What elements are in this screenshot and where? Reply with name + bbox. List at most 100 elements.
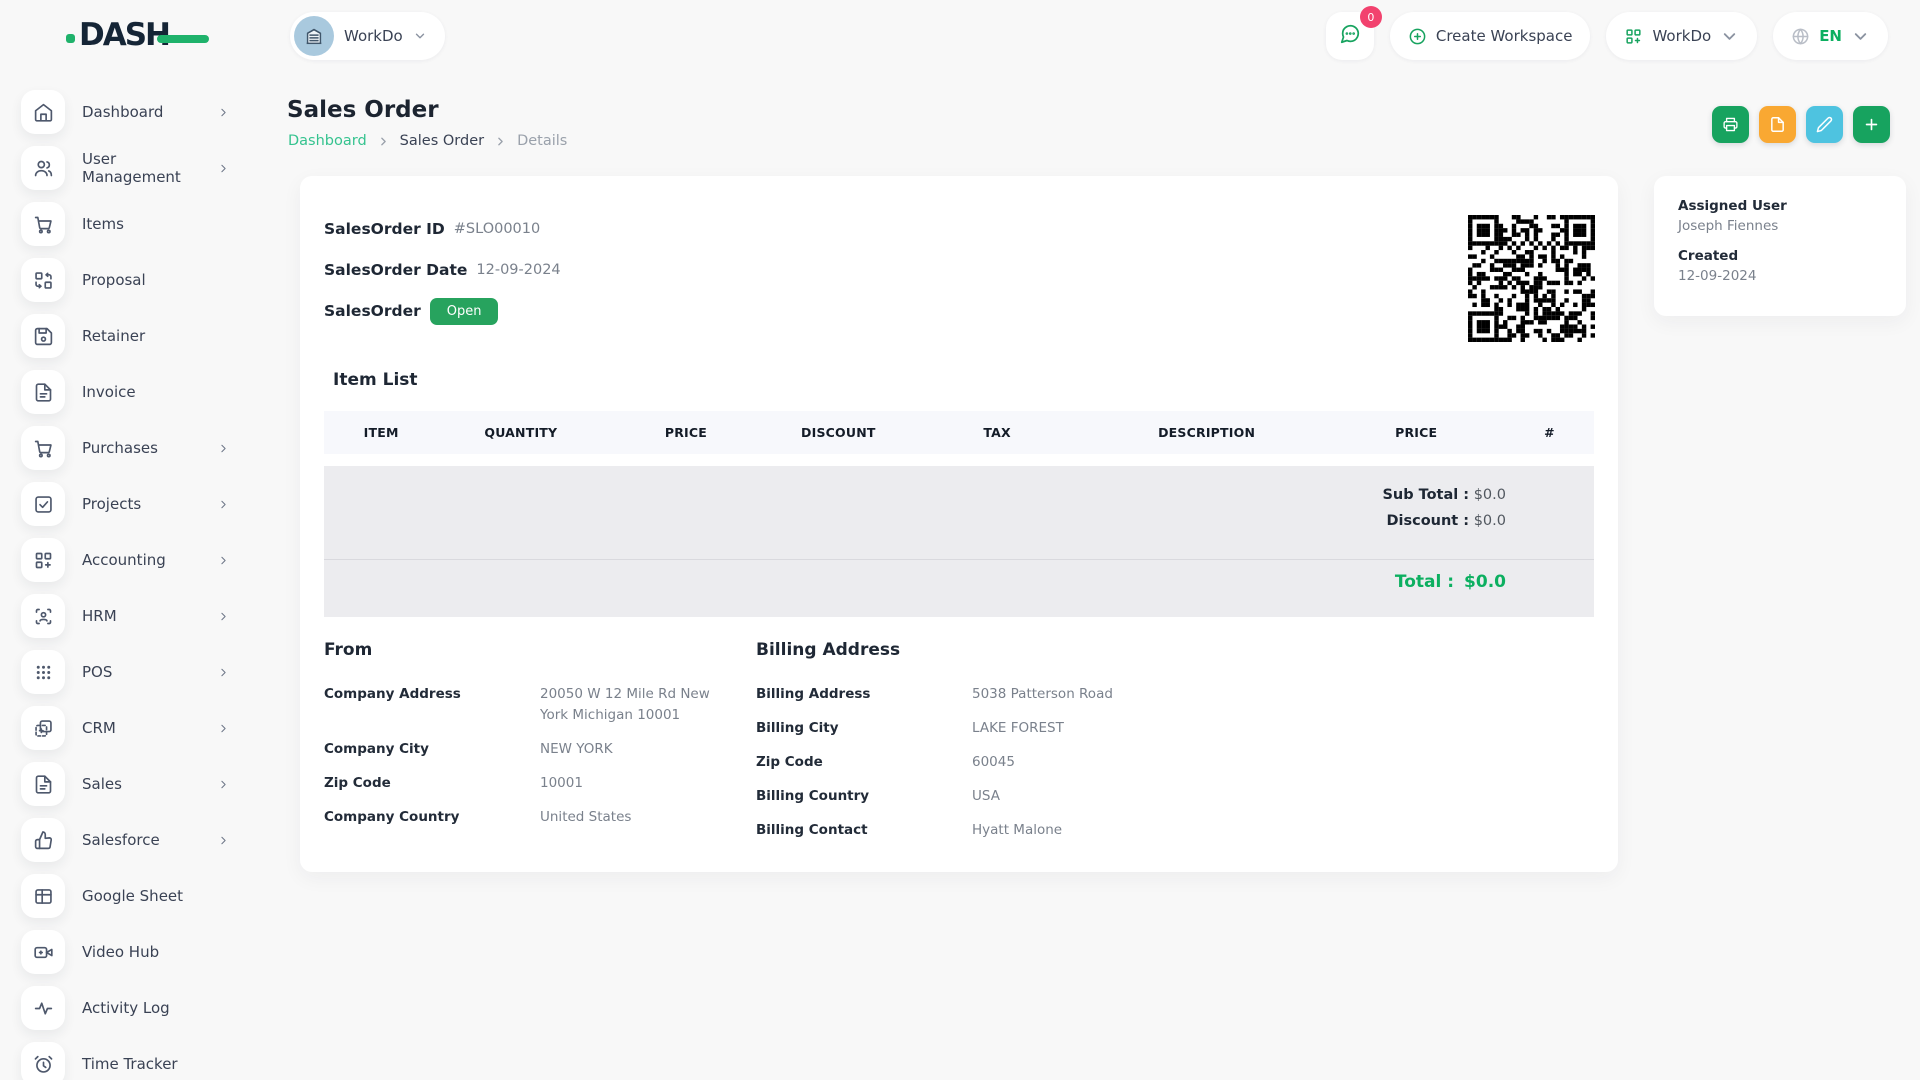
sidebar-item-label: Sales <box>82 775 217 793</box>
order-status-label: SalesOrder <box>324 302 421 320</box>
order-id-label: SalesOrder ID <box>324 220 445 238</box>
sidebar-item-time-tracker[interactable]: Time Tracker <box>0 1036 262 1080</box>
workdo-dropdown-label: WorkDo <box>1652 27 1711 45</box>
brand-logo[interactable]: DASH <box>66 20 209 51</box>
building-icon <box>303 25 325 47</box>
billing-title: Billing Address <box>756 640 1276 660</box>
pencil-icon <box>1816 116 1833 133</box>
breadcrumb-details: Details <box>517 133 567 149</box>
language-label: EN <box>1819 27 1842 45</box>
sidebar-item-projects[interactable]: Projects <box>0 476 262 532</box>
topbar: DASH WorkDo 0 Create Workspace <box>0 0 1920 72</box>
topbar-right: 0 Create Workspace WorkDo EN <box>1326 12 1888 60</box>
chevron-right-icon <box>494 135 507 148</box>
order-id-value: #SLO00010 <box>454 221 540 237</box>
sidebar-item-label: Proposal <box>82 271 262 289</box>
sidebar-item-crm[interactable]: CRM <box>0 700 262 756</box>
field-label: Company Country <box>324 807 540 828</box>
home-icon <box>21 90 65 134</box>
page-title: Sales Order <box>287 97 439 123</box>
globe-icon <box>1791 27 1810 46</box>
sidebar-item-proposal[interactable]: Proposal <box>0 252 262 308</box>
sidebar-item-dashboard[interactable]: Dashboard <box>0 84 262 140</box>
sidebar-item-activity-log[interactable]: Activity Log <box>0 980 262 1036</box>
sidebar-item-video-hub[interactable]: Video Hub <box>0 924 262 980</box>
chevron-down-icon <box>1851 27 1870 46</box>
field-value: LAKE FOREST <box>972 718 1064 739</box>
sidebar-item-google-sheet[interactable]: Google Sheet <box>0 868 262 924</box>
column-header-discount: DISCOUNT <box>768 425 908 440</box>
logo-dot <box>66 34 75 43</box>
language-dropdown[interactable]: EN <box>1773 12 1888 60</box>
plus-icon <box>1863 116 1880 133</box>
sidebar-item-invoice[interactable]: Invoice <box>0 364 262 420</box>
from-field-company-address: Company Address20050 W 12 Mile Rd New Yo… <box>324 684 724 726</box>
video-icon <box>21 930 65 974</box>
sidebar-item-accounting[interactable]: Accounting <box>0 532 262 588</box>
sidebar-item-label: User Management <box>82 150 217 186</box>
check-square-icon <box>21 482 65 526</box>
field-value: 20050 W 12 Mile Rd New York Michigan 100… <box>540 684 724 726</box>
qr-code <box>1468 215 1595 342</box>
chevron-right-icon <box>217 666 230 679</box>
workdo-dropdown[interactable]: WorkDo <box>1606 12 1757 60</box>
chevron-right-icon <box>377 135 390 148</box>
chevron-right-icon <box>217 610 230 623</box>
created-value: 12-09-2024 <box>1678 268 1882 284</box>
workspace-label: WorkDo <box>344 27 403 45</box>
field-label: Billing Contact <box>756 820 972 841</box>
alarm-icon <box>21 1042 65 1080</box>
sidebar-item-pos[interactable]: POS <box>0 644 262 700</box>
assignment-card: Assigned User Joseph Fiennes Created 12-… <box>1654 176 1906 316</box>
sidebar-item-hrm[interactable]: HRM <box>0 588 262 644</box>
sidebar-item-items[interactable]: Items <box>0 196 262 252</box>
export-button[interactable] <box>1759 106 1796 143</box>
sidebar-item-label: Retainer <box>82 327 262 345</box>
assigned-user-value: Joseph Fiennes <box>1678 218 1882 234</box>
billing-field-billing-city: Billing CityLAKE FOREST <box>756 718 1276 739</box>
sidebar-item-salesforce[interactable]: Salesforce <box>0 812 262 868</box>
field-value: Hyatt Malone <box>972 820 1062 841</box>
dots-grid-icon <box>21 650 65 694</box>
totals-divider <box>324 559 1594 560</box>
logo-bar <box>157 35 209 43</box>
chevron-right-icon <box>217 554 230 567</box>
chevron-right-icon <box>217 106 230 119</box>
sidebar-item-label: Dashboard <box>82 103 217 121</box>
create-button[interactable] <box>1853 106 1890 143</box>
printer-icon <box>1722 116 1739 133</box>
sidebar-item-sales[interactable]: Sales <box>0 756 262 812</box>
edit-button[interactable] <box>1806 106 1843 143</box>
from-section: From Company Address20050 W 12 Mile Rd N… <box>324 640 724 841</box>
create-workspace-button[interactable]: Create Workspace <box>1390 12 1591 60</box>
file-icon <box>1769 116 1786 133</box>
sidebar-item-purchases[interactable]: Purchases <box>0 420 262 476</box>
column-header-price: PRICE <box>603 425 768 440</box>
subtotal-value: $0.0 <box>1474 487 1506 503</box>
table-icon <box>21 874 65 918</box>
subtotal-label: Sub Total : <box>1382 487 1469 503</box>
app-root: DASH WorkDo 0 Create Workspace <box>0 0 1920 1080</box>
assigned-user-label: Assigned User <box>1678 198 1882 214</box>
field-label: Zip Code <box>324 773 540 794</box>
sidebar-item-retainer[interactable]: Retainer <box>0 308 262 364</box>
totals-band: Sub Total : $0.0 Discount : $0.0 Total :… <box>324 466 1594 617</box>
sidebar-item-user-management[interactable]: User Management <box>0 140 262 196</box>
messages-badge: 0 <box>1360 6 1382 28</box>
workspace-switcher[interactable]: WorkDo <box>290 12 445 60</box>
column-header-description: DESCRIPTION <box>1086 425 1327 440</box>
column-header-item: ITEM <box>324 425 438 440</box>
breadcrumb-dashboard[interactable]: Dashboard <box>288 133 367 149</box>
chevron-right-icon <box>217 834 230 847</box>
sidebar-item-label: Projects <box>82 495 217 513</box>
thumbs-up-icon <box>21 818 65 862</box>
sidebar-item-label: Activity Log <box>82 999 262 1017</box>
breadcrumb-sales-order[interactable]: Sales Order <box>400 133 484 149</box>
chevron-right-icon <box>217 442 230 455</box>
sidebar-item-label: Purchases <box>82 439 217 457</box>
sidebar-item-label: Google Sheet <box>82 887 262 905</box>
print-button[interactable] <box>1712 106 1749 143</box>
messages-button[interactable]: 0 <box>1326 12 1374 60</box>
billing-field-zip-code: Zip Code60045 <box>756 752 1276 773</box>
person-scan-icon <box>21 594 65 638</box>
